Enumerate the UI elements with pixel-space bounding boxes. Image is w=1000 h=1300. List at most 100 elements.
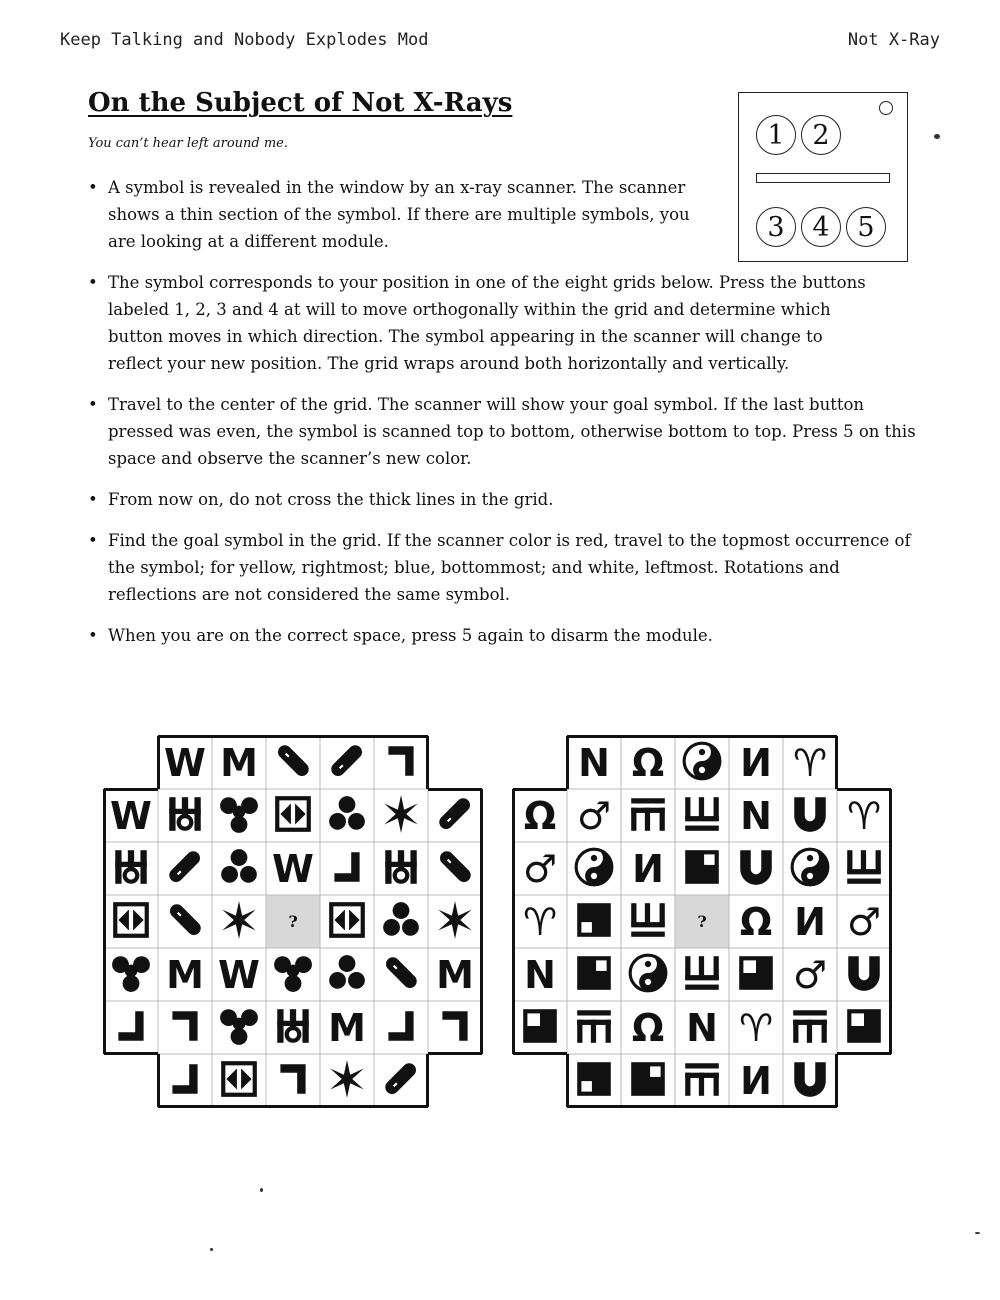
grid-cell xyxy=(104,895,158,948)
grid-border-line xyxy=(835,736,838,789)
grid-border-line xyxy=(512,1001,515,1054)
symbol-glyph: W xyxy=(218,952,260,997)
grid-border-line xyxy=(428,788,482,791)
grid-cell xyxy=(783,1054,837,1107)
grid-border-line xyxy=(512,895,515,948)
square-bl-icon xyxy=(573,899,615,945)
pill-nw-icon xyxy=(434,846,476,892)
grid-cell: ♂ xyxy=(783,948,837,1001)
header-module-name: Not X-Ray xyxy=(847,30,940,50)
grid-border-line xyxy=(480,789,483,842)
grid-cell: N xyxy=(729,789,783,842)
grid-cell xyxy=(621,895,675,948)
symbol-glyph: Ω xyxy=(523,793,557,838)
grid-cell: ♂ xyxy=(567,789,621,842)
grid-cell: N xyxy=(567,736,621,789)
grid-cell xyxy=(212,842,266,895)
grid-border-line xyxy=(566,1054,569,1107)
empty-cell xyxy=(104,736,158,789)
rule-item: A symbol is revealed in the window by an… xyxy=(88,174,718,255)
module-button-2: 2 xyxy=(801,115,841,155)
star6-icon xyxy=(380,793,422,839)
trefoil-y-icon xyxy=(110,952,152,998)
grid-cell xyxy=(320,948,374,1001)
grid-cell xyxy=(212,1054,266,1107)
symbol-glyph: Ω xyxy=(739,899,773,944)
grid-border-line xyxy=(513,788,567,791)
symbol-glyph: M xyxy=(436,952,474,997)
grid-border-line xyxy=(783,1105,837,1108)
grid-cell xyxy=(158,1054,212,1107)
grid-cell: ♈ xyxy=(729,1001,783,1054)
empty-cell xyxy=(104,1054,158,1107)
grid-border-line xyxy=(837,788,891,791)
square-tl-icon xyxy=(843,1005,885,1051)
empty-cell xyxy=(837,1054,891,1107)
square-tr-icon xyxy=(681,846,723,892)
grid-border-line xyxy=(374,735,428,738)
grid-cell xyxy=(374,948,428,1001)
corner-tr-icon xyxy=(272,1058,314,1104)
grid-center-cell: ? xyxy=(266,895,320,948)
grid-border-line xyxy=(104,1052,158,1055)
grid-border-line xyxy=(104,788,158,791)
box-arrows-icon xyxy=(218,1058,260,1104)
rule-item: Find the goal symbol in the grid. If the… xyxy=(88,527,918,608)
grid-border-line xyxy=(889,948,892,1001)
yin-yang-icon xyxy=(573,846,615,892)
grid-border-line xyxy=(567,1105,621,1108)
ankh-h-icon xyxy=(110,846,152,892)
grid-cell xyxy=(158,789,212,842)
trefoil-y-icon xyxy=(218,793,260,839)
square-tr-icon xyxy=(573,952,615,998)
grid-cell xyxy=(837,842,891,895)
grid-cell: ♈ xyxy=(783,736,837,789)
grid-cell xyxy=(621,1054,675,1107)
grid-border-line xyxy=(837,1052,891,1055)
grid-cell xyxy=(567,1001,621,1054)
box-arrows-icon xyxy=(272,793,314,839)
grid-cell xyxy=(837,1001,891,1054)
grid-cell xyxy=(783,842,837,895)
grid-border-line xyxy=(889,789,892,842)
symbol-glyph: ♈ xyxy=(792,740,828,785)
pill-nw-icon xyxy=(164,899,206,945)
grid-cell xyxy=(374,842,428,895)
grid-cell: N xyxy=(513,948,567,1001)
rule-item: The symbol corresponds to your position … xyxy=(88,269,918,377)
grid-border-line xyxy=(157,1054,160,1107)
symbol-glyph: W xyxy=(164,740,206,785)
symbol-glyph: ♈ xyxy=(846,793,882,838)
rule-item: From now on, do not cross the thick line… xyxy=(88,486,918,513)
rule-item: Travel to the center of the grid. The sc… xyxy=(88,391,918,472)
grid-cell: Ω xyxy=(513,789,567,842)
rules-list: A symbol is revealed in the window by an… xyxy=(88,174,918,663)
stair-up-icon xyxy=(627,793,669,839)
grid-cell xyxy=(675,1054,729,1107)
grid-cell: И xyxy=(621,842,675,895)
pill-ne-icon xyxy=(164,846,206,892)
yin-yang-icon xyxy=(627,952,669,998)
corner-tr-icon xyxy=(434,1005,476,1051)
grid-cell xyxy=(567,948,621,1001)
symbol-grid-right: N Ω И ♈ Ω ♂ N ♈ ♂ И ♈? Ω И ♂ N ♂ Ω N ♈ И xyxy=(513,736,891,1107)
grid-border-line xyxy=(512,948,515,1001)
grid-border-line xyxy=(103,895,106,948)
grid-border-line xyxy=(320,735,374,738)
trefoil-y-icon xyxy=(272,952,314,998)
pill-ne-icon xyxy=(326,740,368,786)
symbol-glyph: N xyxy=(686,1005,718,1050)
grid-cell xyxy=(729,842,783,895)
grid-border-line xyxy=(512,842,515,895)
stair-down-icon xyxy=(843,846,885,892)
grid-cell xyxy=(428,842,482,895)
grid-cell xyxy=(320,1054,374,1107)
box-arrows-icon xyxy=(326,899,368,945)
grid-cell xyxy=(567,842,621,895)
grid-border-line xyxy=(513,1052,567,1055)
grid-border-line xyxy=(621,735,675,738)
stair-up-icon xyxy=(789,1005,831,1051)
grid-cell xyxy=(374,736,428,789)
empty-cell xyxy=(428,1054,482,1107)
corner-tr-icon xyxy=(164,1005,206,1051)
